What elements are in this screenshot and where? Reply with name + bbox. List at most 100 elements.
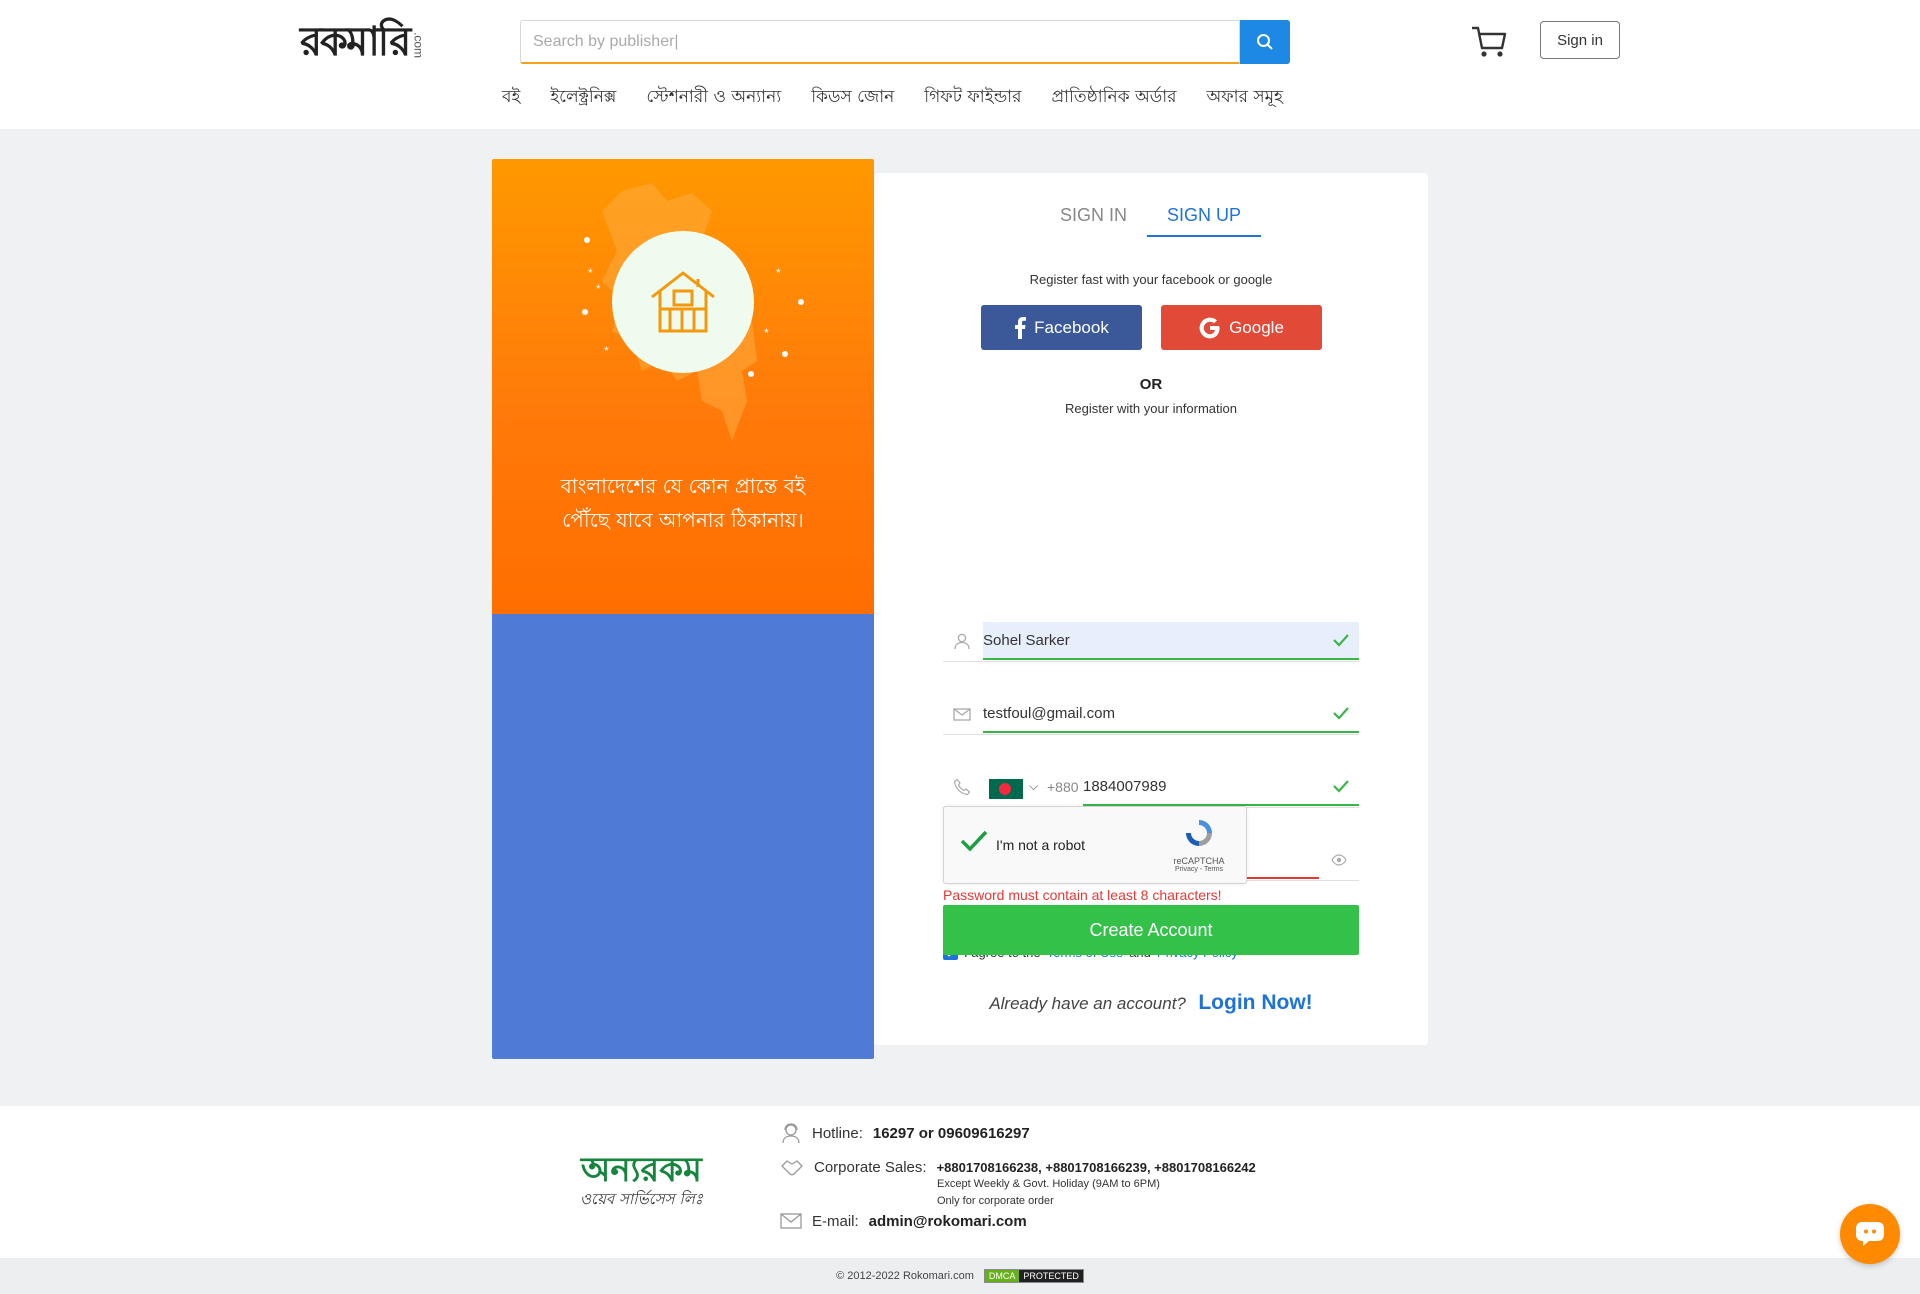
footer-logo: অন্যরকম ওয়েব সার্ভিসেস লিঃ (580, 1152, 703, 1213)
recaptcha-check-icon (960, 830, 988, 852)
main-nav: বই ইলেক্ট্রনিক্স স্টেশনারী ও অন্যান্য কি… (502, 84, 1283, 114)
recaptcha-links[interactable]: Privacy - Terms (1164, 866, 1234, 873)
dial-code: +880 (1047, 779, 1079, 795)
email-label: E-mail: (812, 1212, 859, 1230)
decor-star: * (776, 266, 781, 280)
logo-text: রকমারি (300, 19, 411, 65)
chat-button[interactable] (1840, 1204, 1900, 1264)
promo-orange-section: * * * * * বাংলাদেশের যে কোন প্রান্তে বই … (492, 159, 874, 614)
hotline-label: Hotline: (812, 1124, 863, 1142)
phone-field: ⌵ +880 (943, 768, 1359, 808)
facebook-icon (1015, 316, 1027, 339)
tab-sign-in[interactable]: SIGN IN (1040, 201, 1147, 237)
recaptcha-label: I'm not a robot (996, 837, 1086, 853)
login-now-link[interactable]: Login Now! (1198, 991, 1312, 1014)
site-header: রকমারি .com Sign in বই ইলেক্ট্রনিক্স স্ট… (0, 0, 1920, 129)
header-signin-button[interactable]: Sign in (1540, 21, 1620, 59)
email-input[interactable] (983, 695, 1359, 733)
chat-icon (1856, 1222, 1884, 1246)
copyright-bar: © 2012-2022 Rokomari.com DMCA PROTECTED (0, 1258, 1920, 1294)
handshake-icon (781, 1160, 803, 1176)
hotline-value: 16297 or 09609616297 (872, 1124, 1030, 1142)
corporate-hours-note: Except Weekly & Govt. Holiday (9AM to 6P… (937, 1178, 1160, 1190)
or-divider: OR (1139, 376, 1163, 393)
phone-input[interactable] (1083, 768, 1359, 806)
password-error-message: Password must contain at least 8 charact… (943, 887, 1222, 903)
footer-logo-title: অন্যরকম (580, 1150, 702, 1190)
logo-suffix: .com (411, 31, 426, 58)
tab-sign-up[interactable]: SIGN UP (1147, 201, 1262, 237)
valid-check-icon (1333, 707, 1349, 720)
corporate-sales-label: Corporate Sales: (814, 1158, 927, 1176)
cart-button[interactable] (1470, 24, 1508, 60)
corporate-only-note: Only for corporate order (937, 1195, 1054, 1207)
nav-item-corporate-order[interactable]: প্রাতিষ্ঠানিক অর্ডার (1051, 84, 1176, 114)
nav-item-books[interactable]: বই (502, 84, 520, 114)
facebook-label: Facebook (1034, 317, 1109, 337)
site-logo[interactable]: রকমারি .com (300, 20, 425, 64)
search-input[interactable] (520, 20, 1240, 64)
house-badge (612, 231, 754, 373)
decor-dot (584, 237, 590, 243)
search-button[interactable] (1240, 20, 1290, 64)
recaptcha-brand: reCAPTCHA (1173, 856, 1225, 866)
decor-dot (748, 371, 754, 377)
decor-dot (582, 309, 588, 315)
google-button[interactable]: Google (1161, 305, 1322, 350)
nav-item-offers[interactable]: অফার সমূহ (1207, 84, 1283, 114)
support-agent-icon (782, 1123, 800, 1144)
bangladesh-flag-icon[interactable] (989, 779, 1023, 799)
promo-tagline: বাংলাদেশের যে কোন প্রান্তে বই পৌঁছে যাবে… (492, 469, 874, 537)
register-info-text: Register with your information (1065, 401, 1237, 416)
login-prompt: Already have an account? Login Now! (874, 991, 1428, 1015)
recaptcha-logo: reCAPTCHA Privacy - Terms (1164, 817, 1234, 873)
mail-icon (780, 1213, 802, 1229)
email-value[interactable]: admin@rokomari.com (869, 1213, 1027, 1230)
footer-logo-subtitle: ওয়েব সার্ভিসেস লিঃ (580, 1190, 703, 1208)
create-account-button[interactable]: Create Account (943, 905, 1359, 955)
eye-icon[interactable] (1331, 854, 1347, 866)
auth-tabs: SIGN IN SIGN UP (1040, 201, 1262, 237)
valid-check-icon (1333, 780, 1349, 793)
already-have-account-text: Already have an account? (989, 994, 1186, 1013)
nav-item-electronics[interactable]: ইলেক্ট্রনিক্স (550, 84, 616, 114)
decor-dot (798, 299, 804, 305)
auth-card: SIGN IN SIGN UP Register fast with your … (874, 173, 1428, 1045)
cart-icon (1472, 26, 1507, 57)
dmca-badge[interactable]: DMCA PROTECTED (983, 1269, 1084, 1283)
chevron-down-icon[interactable]: ⌵ (1029, 779, 1038, 794)
nav-item-stationery[interactable]: স্টেশনারী ও অন্যান্য (646, 84, 781, 114)
nav-item-gift-finder[interactable]: গিফট ফাইন্ডার (924, 84, 1021, 114)
valid-check-icon (1333, 634, 1349, 647)
recaptcha-icon (1186, 820, 1212, 846)
decor-star: * (596, 282, 601, 296)
hotline-row: Hotline: 16297 or 09609616297 (780, 1122, 1030, 1144)
search-icon (1257, 34, 1273, 50)
facebook-button[interactable]: Facebook (981, 305, 1142, 350)
phone-icon (953, 778, 971, 796)
dmca-right: PROTECTED (1019, 1270, 1083, 1282)
user-icon (954, 633, 970, 650)
decor-star: * (588, 266, 593, 280)
search-bar (520, 20, 1290, 64)
promo-tagline-line2: পৌঁছে যাবে আপনার ঠিকানায়। (562, 508, 804, 532)
promo-blue-section (492, 614, 874, 1059)
copyright-text: © 2012-2022 Rokomari.com (836, 1270, 974, 1282)
email-row: E-mail: admin@rokomari.com (780, 1212, 1027, 1230)
promo-panel: * * * * * বাংলাদেশের যে কোন প্রান্তে বই … (492, 159, 874, 1059)
decor-dot (782, 351, 788, 357)
nav-item-kids-zone[interactable]: কিডস জোন (811, 84, 894, 114)
name-input[interactable] (983, 622, 1359, 660)
decor-star: * (764, 326, 769, 340)
google-icon (1199, 317, 1220, 338)
corporate-sales-value: +8801708166238, +8801708166239, +8801708… (936, 1159, 1256, 1175)
recaptcha-widget[interactable]: I'm not a robot reCAPTCHA Privacy - Term… (943, 806, 1247, 884)
promo-tagline-line1: বাংলাদেশের যে কোন প্রান্তে বই (560, 474, 806, 498)
register-fast-text: Register fast with your facebook or goog… (1029, 272, 1273, 287)
corporate-sales-row: Corporate Sales: +8801708166238, +880170… (780, 1156, 1256, 1178)
name-field (943, 622, 1359, 662)
house-icon (651, 271, 715, 333)
site-footer: অন্যরকম ওয়েব সার্ভিসেস লিঃ Hotline: 162… (0, 1106, 1920, 1258)
dmca-left: DMCA (984, 1270, 1020, 1282)
decor-star: * (604, 344, 609, 358)
